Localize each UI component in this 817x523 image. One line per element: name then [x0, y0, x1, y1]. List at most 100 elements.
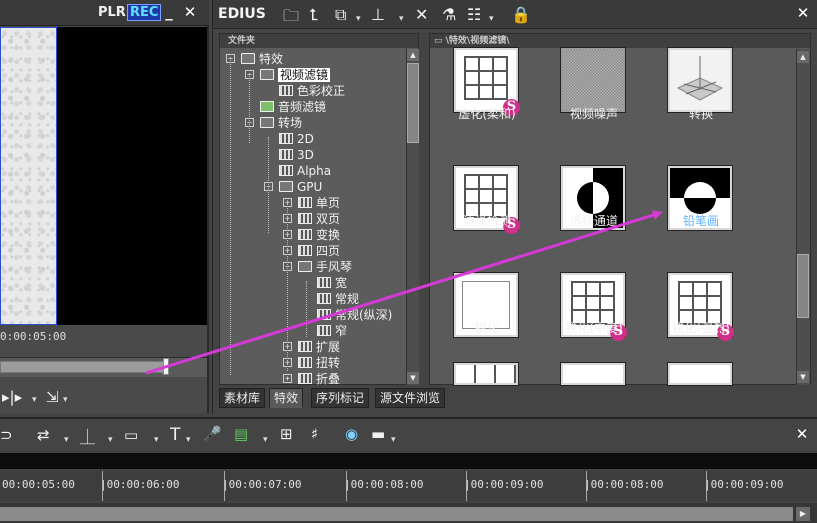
- tree-item[interactable]: + 双页: [283, 211, 340, 227]
- close-icon[interactable]: ✕: [793, 425, 811, 443]
- render-icon[interactable]: ▤: [234, 425, 248, 443]
- tree-item[interactable]: 3D: [264, 147, 314, 163]
- chevron-down-icon[interactable]: ▾: [489, 14, 494, 24]
- copy-icon[interactable]: ⧉: [335, 5, 346, 25]
- window-icon[interactable]: ▬: [371, 425, 385, 443]
- scroll-right-icon[interactable]: ▶: [796, 507, 810, 521]
- tree-item[interactable]: 音频滤镜: [245, 99, 326, 115]
- chevron-down-icon[interactable]: ▾: [63, 395, 68, 405]
- minimize-icon[interactable]: _: [160, 3, 178, 21]
- tree-item[interactable]: − 视频滤镜: [245, 67, 331, 83]
- folder-icon: [260, 117, 274, 128]
- tree-item[interactable]: + 扩展: [283, 339, 340, 355]
- insert-mode-icon[interactable]: ⇄: [37, 426, 50, 444]
- effect-icon[interactable]: ⚗: [442, 5, 456, 24]
- scroll-down-icon[interactable]: ▼: [797, 371, 809, 383]
- tree-item[interactable]: 窄: [302, 323, 347, 339]
- grid-icon[interactable]: ⊞: [280, 425, 293, 443]
- effect-thumbnail[interactable]: [560, 47, 626, 113]
- effect-file-icon: [279, 133, 293, 144]
- effect-thumbnail[interactable]: [560, 362, 626, 386]
- split-icon[interactable]: ⏊: [80, 426, 95, 447]
- tree-item[interactable]: + 四页: [283, 243, 340, 259]
- timeline-ruler[interactable]: 00:00:05:00 |00:00:06:00 |00:00:07:00 |00:0…: [0, 471, 817, 501]
- tree-item[interactable]: 色彩校正: [264, 83, 345, 99]
- folder-tree: − 特效 − 视频滤镜 色彩校正 音频滤镜 − 转场 2D 3D Alpha − GPU + 单页 + 双页 + 变…: [220, 49, 405, 385]
- chevron-down-icon[interactable]: ▾: [186, 435, 191, 445]
- ruler-tick-label: |00:00:08:00: [584, 478, 664, 491]
- effect-thumbnail[interactable]: S: [453, 47, 520, 116]
- export-icon[interactable]: ⇲: [46, 388, 59, 406]
- up-folder-icon[interactable]: ⮤: [309, 5, 318, 25]
- effect-label: 选择通道: [569, 214, 618, 228]
- bin-tab[interactable]: 素材库: [219, 388, 266, 408]
- tree-item[interactable]: − 特效: [226, 51, 283, 67]
- tree-item[interactable]: + 变换: [283, 227, 340, 243]
- lock-icon[interactable]: 🔒: [511, 5, 531, 24]
- ruler-tick-label: |00:00:09:00: [464, 478, 544, 491]
- tree-item[interactable]: 常规: [302, 291, 359, 307]
- tree-item[interactable]: + 扭转: [283, 355, 340, 371]
- rec-mode-button[interactable]: REC: [127, 4, 162, 21]
- color-wheel-icon[interactable]: ◉: [345, 425, 358, 443]
- bin-tab[interactable]: 源文件浏览: [375, 388, 446, 408]
- content-scrollbar[interactable]: ▲ ▼: [796, 49, 810, 385]
- ripple-icon[interactable]: ⊃: [0, 426, 13, 444]
- effect-thumbnail[interactable]: [453, 362, 519, 386]
- folder-tree-panel: 文件夹 − 特效 − 视频滤镜 色彩校正 音频滤镜 − 转场 2D 3D Alpha − GPU + 单页 +…: [219, 33, 419, 385]
- ruler-tick-label: |00:00:06:00: [100, 478, 180, 491]
- scroll-down-icon[interactable]: ▼: [407, 372, 419, 384]
- microphone-icon[interactable]: 🎤: [203, 425, 222, 443]
- timeline-scrollbar[interactable]: ▶: [0, 503, 817, 523]
- chevron-down-icon[interactable]: ▾: [32, 395, 37, 405]
- expand-icon[interactable]: +: [283, 374, 292, 383]
- in-out-button[interactable]: ▸|▸: [2, 388, 22, 406]
- folder-icon[interactable]: 🗀: [283, 5, 299, 32]
- chevron-down-icon[interactable]: ▾: [64, 435, 69, 445]
- close-icon[interactable]: ✕: [794, 4, 812, 22]
- player-scrub-handle[interactable]: [163, 358, 169, 375]
- mixer-icon[interactable]: ♯: [311, 425, 318, 443]
- tree-item[interactable]: + 单页: [283, 195, 340, 211]
- chevron-down-icon[interactable]: ▾: [154, 435, 159, 445]
- effect-thumbnail[interactable]: [667, 362, 733, 386]
- close-icon[interactable]: ✕: [181, 3, 199, 21]
- view-mode-icon[interactable]: ☷: [467, 5, 481, 24]
- tree-item[interactable]: 宽: [302, 275, 347, 291]
- tree-item[interactable]: − 手风琴: [283, 259, 352, 275]
- chevron-down-icon[interactable]: ▾: [108, 435, 113, 445]
- scroll-up-icon[interactable]: ▲: [407, 49, 419, 61]
- video-preview: [0, 27, 57, 325]
- bin-tab[interactable]: 序列标记: [311, 388, 370, 408]
- player-scrub-bar[interactable]: [0, 361, 167, 373]
- tree-item-label: 四页: [316, 244, 341, 258]
- tree-scrollbar[interactable]: ▲ ▼: [406, 49, 419, 385]
- bin-title-bar: EDIUS 🗀 ⮤ ⧉ ▾ ⊥ ▾ ✕ ⚗ ☷ ▾ 🔒 ✕: [213, 0, 817, 29]
- delete-icon[interactable]: ✕: [415, 5, 428, 24]
- tree-item[interactable]: − 转场: [245, 115, 302, 131]
- effect-file-icon: [279, 85, 293, 96]
- add-clip-icon[interactable]: ⊥: [371, 5, 385, 24]
- plr-mode-button[interactable]: PLR: [98, 5, 126, 20]
- tree-item[interactable]: + 折叠: [283, 371, 340, 385]
- effect-file-icon: [298, 373, 312, 384]
- scroll-thumb[interactable]: [407, 63, 419, 143]
- chevron-down-icon[interactable]: ▾: [399, 14, 404, 24]
- tree-item-label: 2D: [297, 132, 314, 146]
- title-icon[interactable]: T: [170, 425, 180, 445]
- bin-window: EDIUS 🗀 ⮤ ⧉ ▾ ⊥ ▾ ✕ ⚗ ☷ ▾ 🔒 ✕ 文件夹 − 特效 − 视频…: [212, 0, 817, 413]
- chevron-down-icon[interactable]: ▾: [391, 435, 396, 445]
- tree-item[interactable]: 2D: [264, 131, 314, 147]
- bin-tab[interactable]: 特效: [269, 388, 304, 408]
- chevron-down-icon[interactable]: ▾: [263, 435, 268, 445]
- tree-item[interactable]: − GPU: [264, 179, 322, 195]
- scroll-up-icon[interactable]: ▲: [797, 51, 809, 63]
- effect-thumbnail[interactable]: [667, 47, 733, 113]
- timeline-scroll-thumb[interactable]: [0, 507, 793, 521]
- chevron-down-icon[interactable]: ▾: [356, 14, 361, 24]
- tree-item[interactable]: 常规(纵深): [302, 307, 392, 323]
- scroll-thumb[interactable]: [797, 254, 809, 318]
- tree-item-label: 单页: [316, 196, 341, 210]
- marker-icon[interactable]: ▭: [124, 426, 138, 444]
- tree-item[interactable]: Alpha: [264, 163, 331, 179]
